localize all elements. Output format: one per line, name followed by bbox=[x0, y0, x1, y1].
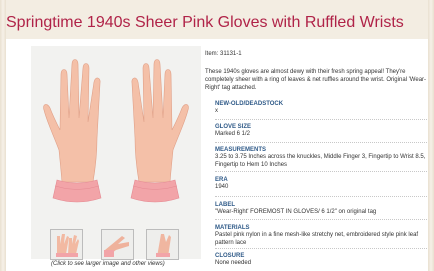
spec-label: CLOSURE bbox=[215, 253, 245, 259]
thumbnail-2-image bbox=[102, 230, 133, 259]
spec-divider bbox=[215, 219, 427, 220]
item-number: Item: 31131-1 bbox=[205, 51, 242, 57]
spec-divider bbox=[215, 119, 427, 120]
spec-value: None needed bbox=[215, 260, 252, 266]
page-title: Springtime 1940s Sheer Pink Gloves with … bbox=[6, 14, 404, 31]
image-caption[interactable]: (Click to see larger image and other vie… bbox=[51, 261, 165, 267]
spec-divider bbox=[215, 142, 427, 143]
spec-value: 3.25 to 3.75 Inches across the knuckles,… bbox=[215, 154, 426, 168]
spec-item: MATERIALS Pastel pink nylon in a fine me… bbox=[215, 224, 427, 247]
product-main-image[interactable] bbox=[31, 46, 201, 259]
thumbnail-1[interactable] bbox=[50, 229, 83, 260]
thumbnail-2[interactable] bbox=[101, 229, 134, 260]
gloves-photo bbox=[31, 46, 201, 259]
spec-divider bbox=[215, 248, 427, 249]
spec-item: LABEL "Wear-Right' FOREMOST IN GLOVES/ 6… bbox=[215, 201, 427, 217]
spec-label: ERA bbox=[215, 177, 228, 183]
spec-value: x bbox=[215, 108, 218, 114]
spec-divider bbox=[215, 196, 427, 197]
spec-label: LABEL bbox=[215, 202, 235, 208]
spec-item: NEW-OLD/DEADSTOCK x bbox=[215, 100, 427, 116]
spec-divider bbox=[215, 171, 427, 172]
spec-label: NEW-OLD/DEADSTOCK bbox=[215, 101, 284, 107]
thumbnail-1-image bbox=[51, 230, 82, 259]
spec-value: 1940 bbox=[215, 184, 229, 190]
product-panel: (Click to see larger image and other vie… bbox=[6, 39, 428, 271]
background-edge-right bbox=[428, 0, 434, 271]
spec-label: GLOVE SIZE bbox=[215, 124, 252, 130]
product-description: These 1940s gloves are almost dewy with … bbox=[205, 69, 427, 91]
spec-value: Pastel pink nylon in a fine mesh-like st… bbox=[215, 232, 419, 246]
thumbnail-3[interactable] bbox=[146, 229, 179, 260]
spec-label: MATERIALS bbox=[215, 225, 250, 231]
spec-item: ERA 1940 bbox=[215, 176, 427, 192]
thumbnail-3-image bbox=[147, 230, 178, 259]
spec-value: Marked 6 1/2 bbox=[215, 131, 251, 137]
spec-label: MEASUREMENTS bbox=[215, 147, 267, 153]
spec-item: GLOVE SIZE Marked 6 1/2 bbox=[215, 123, 427, 139]
spec-item: CLOSURE None needed bbox=[215, 252, 427, 268]
spec-item: MEASUREMENTS 3.25 to 3.75 Inches across … bbox=[215, 146, 427, 169]
spec-value: "Wear-Right' FOREMOST IN GLOVES/ 6 1/2" … bbox=[215, 209, 377, 215]
